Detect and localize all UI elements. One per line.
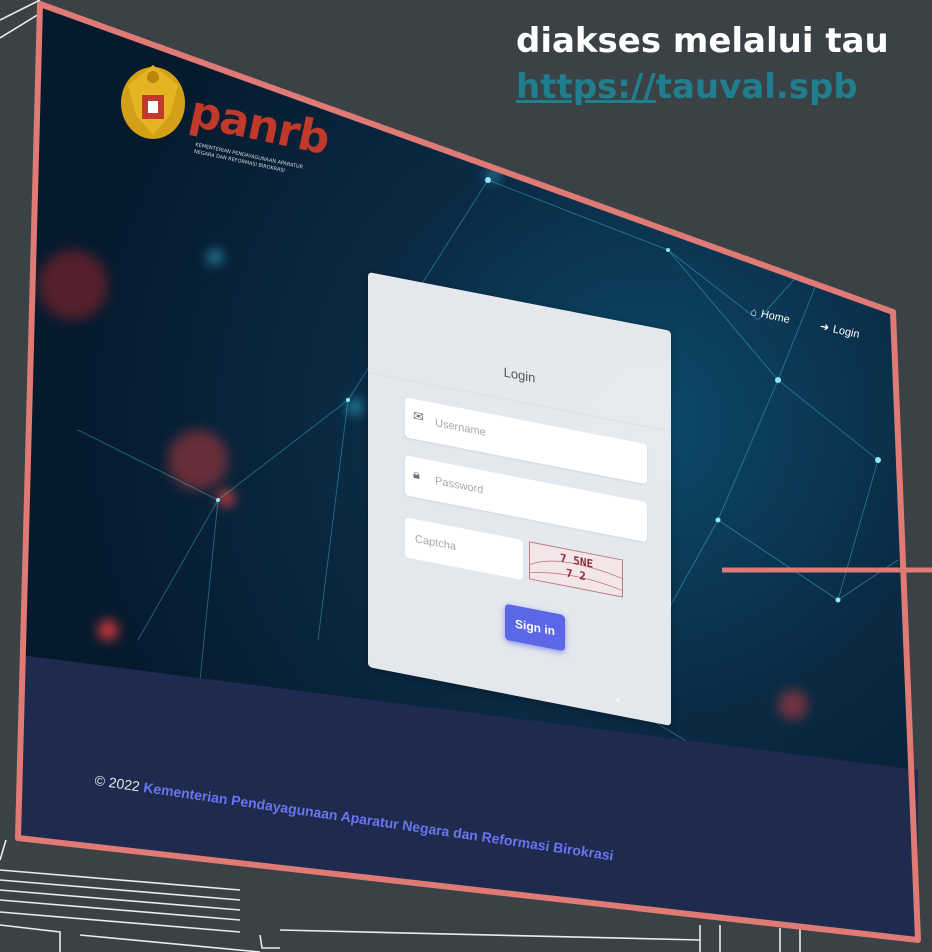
home-icon: ⌂	[749, 305, 759, 320]
garuda-emblem-logo	[121, 65, 185, 139]
login-icon: ➜	[818, 320, 831, 335]
username-input[interactable]	[433, 410, 637, 475]
envelope-icon: ✉	[413, 408, 424, 426]
captcha-image: 7 5NE 7 2	[529, 541, 623, 598]
login-card: Login ✉ 🔒︎ 7 5NE 7 2 Sign in	[368, 272, 671, 726]
captcha-input[interactable]	[413, 526, 517, 571]
sign-in-button[interactable]: Sign in	[505, 603, 565, 652]
captcha-field[interactable]	[405, 517, 523, 581]
